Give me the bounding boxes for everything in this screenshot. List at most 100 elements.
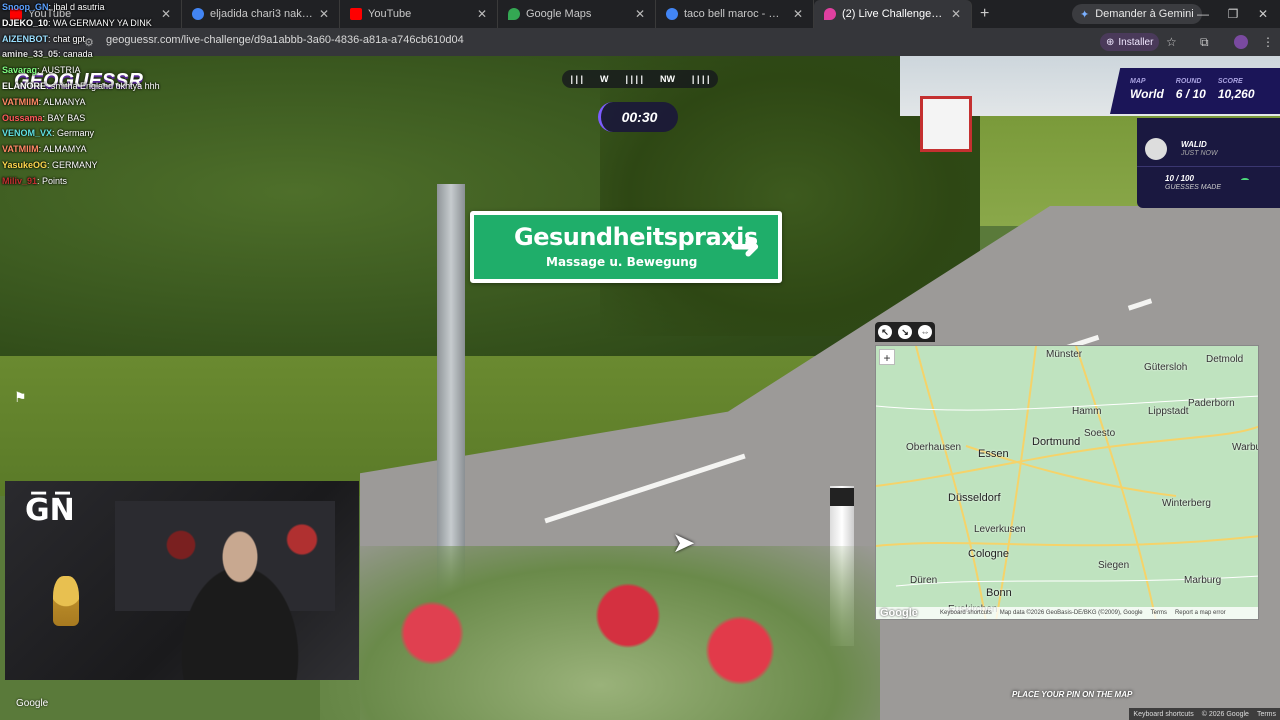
move-forward-arrow-icon[interactable]: ➤ <box>672 526 695 559</box>
chat-user: YasukeOG <box>2 159 48 170</box>
geoguessr-pin-icon <box>824 8 836 20</box>
profile-avatar[interactable] <box>1234 35 1248 49</box>
map-city-label: Paderborn <box>1188 398 1235 409</box>
terms-link[interactable]: Terms <box>1151 610 1167 616</box>
close-icon[interactable]: ✕ <box>477 7 487 21</box>
chat-user: VATMIIM <box>2 96 39 107</box>
map-city-label: Detmold <box>1206 354 1244 365</box>
google-icon <box>192 8 204 20</box>
report-icon[interactable]: ⚑ <box>14 389 27 406</box>
chat-message: VATMIIM: ALMANYA <box>2 96 86 107</box>
close-icon[interactable]: ✕ <box>793 7 803 21</box>
map-city-label: Soesto <box>1084 428 1116 439</box>
tab-geoguessr[interactable]: (2) Live Challenge - GeoGuessr ✕ <box>814 0 972 28</box>
score-status: SCORE 10,260 <box>1218 78 1255 101</box>
sign-line-1: Gesundheitspraxis <box>514 223 758 251</box>
expand-map-icon[interactable]: ↖ <box>878 325 892 339</box>
chat-message: ELANORE: smitha England ukhtya hhh <box>2 80 160 91</box>
install-app-button[interactable]: ⊕ Installer <box>1100 33 1160 51</box>
score-label: SCORE <box>1217 78 1243 85</box>
tab-title: (2) Live Challenge - GeoGuessr <box>842 8 945 20</box>
chat-text: Points <box>42 175 68 186</box>
maximize-icon[interactable]: ❐ <box>1218 0 1248 28</box>
chat-text: GERMANY <box>52 159 98 170</box>
compass-tick: | | | | <box>625 74 644 84</box>
chat-user: Oussama <box>2 112 43 123</box>
chat-user: Miliv_91 <box>2 175 38 186</box>
chat-message: Snoop_GN: jbal d asutria <box>2 2 105 12</box>
map-city-label: Oberhausen <box>906 442 962 453</box>
chat-text: canada <box>63 49 93 60</box>
bookmark-star-icon[interactable]: ☆ <box>1166 35 1177 49</box>
map-city-label: Hamm <box>1072 406 1102 417</box>
tab-title: eljadida chari3 nakhil - Recherche <box>210 8 313 20</box>
keyboard-shortcuts-link[interactable]: Keyboard shortcuts <box>940 610 992 616</box>
trophy <box>53 576 79 626</box>
map-city-label: Winterberg <box>1162 498 1211 509</box>
round-status: ROUND 6 / 10 <box>1176 78 1206 101</box>
youtube-icon <box>350 8 362 20</box>
new-tab-button[interactable]: + <box>980 5 989 23</box>
tab-title: YouTube <box>368 8 412 20</box>
chat-text: AUSTRIA <box>41 65 81 76</box>
guess-map[interactable]: + Münster Detmold Gütersloh Hamm Lippsta… <box>875 345 1259 620</box>
chat-text: jbal d asutria <box>53 2 105 12</box>
chat-text: BAY BAS <box>47 112 86 123</box>
google-icon <box>666 8 678 20</box>
close-icon[interactable]: ✕ <box>635 7 645 21</box>
shrink-map-icon[interactable]: ↘ <box>898 325 912 339</box>
tab-search-tacobell[interactable]: taco bell maroc - Recherche Go ✕ <box>656 0 814 28</box>
close-window-icon[interactable]: ✕ <box>1248 0 1278 28</box>
terms-link[interactable]: Terms <box>1257 711 1276 718</box>
gemini-label: Demander à Gemini <box>1095 8 1194 20</box>
map-status: MAP World <box>1130 78 1164 101</box>
sign-line-2: Massage u. Bewegung <box>546 255 698 269</box>
players-panel: WALID JUST NOW 10 / 100 GUESSES MADE <box>1137 118 1280 208</box>
map-city-label: Münster <box>1046 349 1083 360</box>
webcam-overlay: G̅N̅ <box>5 481 359 680</box>
compass-tick: | | | <box>570 74 584 84</box>
round-value: 6 / 10 <box>1175 87 1206 101</box>
map-city-label: Dortmund <box>1032 436 1081 448</box>
chat-text: Germany <box>57 128 95 139</box>
chat-message: YasukeOG: GERMANY <box>2 159 98 170</box>
extensions-icon[interactable]: ⧉ <box>1200 35 1209 50</box>
street-view-footer: Keyboard shortcuts © 2026 Google Terms <box>1129 708 1280 720</box>
town-exit-sign <box>920 96 972 152</box>
map-city-label: Bonn <box>986 587 1012 599</box>
copyright-text: © 2026 Google <box>1201 710 1249 718</box>
avatar <box>1145 138 1167 160</box>
divider <box>1137 166 1280 167</box>
report-map-error-link[interactable]: Report a map error <box>1175 610 1226 616</box>
tab-title: Google Maps <box>526 8 592 20</box>
close-icon[interactable]: ✕ <box>319 7 329 21</box>
map-label: MAP <box>1130 78 1146 85</box>
tab-google-maps[interactable]: Google Maps ✕ <box>498 0 656 28</box>
chat-text: smitha England ukhtya hhh <box>51 80 160 91</box>
chat-user: Snoop_GN <box>2 2 49 12</box>
zoom-in-button[interactable]: + <box>879 349 895 365</box>
close-icon[interactable]: ✕ <box>951 7 961 21</box>
install-label: Installer <box>1118 36 1154 48</box>
map-city-label: Warbu <box>1232 442 1259 453</box>
street-sign: Gesundheitspraxis Massage u. Bewegung ➜ <box>470 211 782 283</box>
tab-youtube-2[interactable]: YouTube ✕ <box>340 0 498 28</box>
flower-bed <box>320 546 880 720</box>
pin-map-icon[interactable]: ⇔ <box>918 325 932 339</box>
bollard-reflector <box>830 488 854 506</box>
map-city-label: Siegen <box>1098 560 1130 571</box>
minimize-icon[interactable]: — <box>1188 0 1218 28</box>
menu-dots-icon[interactable]: ⋮ <box>1262 35 1274 49</box>
loading-spinner-icon <box>1241 178 1249 182</box>
chat-user: AIZENBOT <box>2 33 48 44</box>
chat-message: Oussama: BAY BAS <box>2 112 86 123</box>
maps-pin-icon <box>508 8 520 20</box>
chat-message: AIZENBOT: chat gpt <box>2 33 86 44</box>
map-city-label: Cologne <box>968 548 1009 560</box>
chat-user: ELANORE <box>2 80 47 91</box>
gemini-button[interactable]: ✦ Demander à Gemini <box>1072 4 1202 24</box>
chat-message: amine_33_05: canada <box>2 49 93 60</box>
keyboard-shortcuts-link[interactable]: Keyboard shortcuts <box>1133 711 1193 718</box>
tab-search-eljadida[interactable]: eljadida chari3 nakhil - Recherche ✕ <box>182 0 340 28</box>
chat-text: ALMANYA <box>43 96 86 107</box>
